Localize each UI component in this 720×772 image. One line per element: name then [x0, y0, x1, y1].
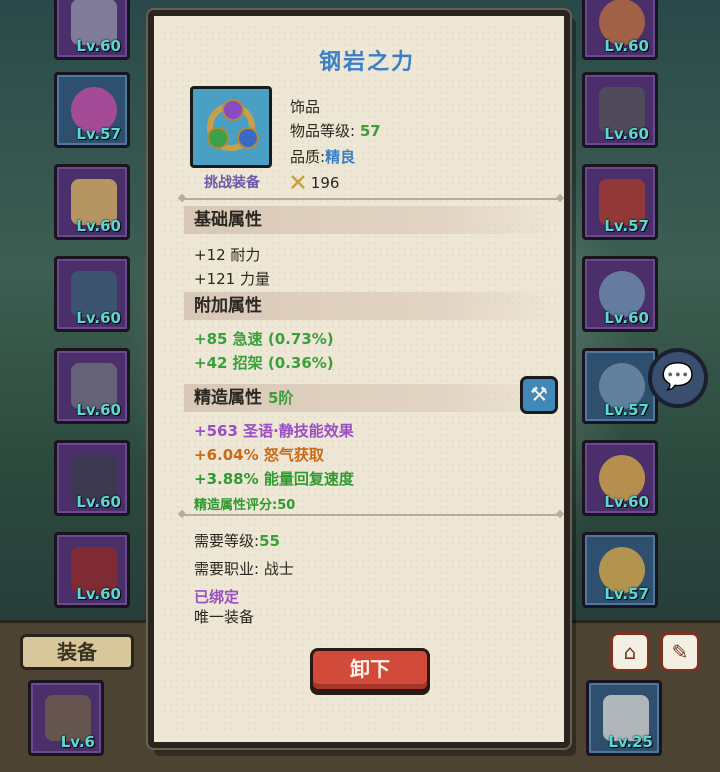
inventory-slot[interactable]: Lv.6 — [28, 680, 104, 756]
required-level-value: 55 — [259, 532, 280, 550]
slot-level: Lv.57 — [604, 401, 649, 419]
required-level: 需要等级:55 — [194, 530, 280, 551]
popup-body: 钢岩之力 挑战装备 饰品 物品等级: 57 品质:精良 196 基础属性 +12… — [162, 24, 564, 734]
section-forge-stats: 精造属性 5阶 — [184, 384, 564, 412]
quality-label: 品质: — [290, 148, 326, 166]
item-title: 钢岩之力 — [318, 50, 415, 75]
item-power: 196 — [290, 174, 339, 192]
forge-tier: 5阶 — [268, 389, 294, 407]
slot-level: Lv.60 — [76, 585, 121, 603]
crossed-swords-icon — [291, 175, 305, 189]
divider — [182, 198, 560, 200]
bonus-stat: +42 招架 (0.36%) — [194, 354, 334, 372]
slot-level: Lv.57 — [604, 217, 649, 235]
bonus-stat: +85 急速 (0.73%) — [194, 330, 334, 348]
slot-level: Lv.60 — [76, 37, 121, 55]
slot-level: Lv.6 — [60, 733, 95, 751]
quality-value: 精良 — [325, 148, 356, 166]
broom-button[interactable]: ✎ — [660, 632, 700, 672]
home-icon: ⌂ — [623, 640, 637, 664]
broom-icon: ✎ — [671, 640, 689, 664]
item-level: 物品等级: 57 — [290, 120, 381, 141]
equip-slot-trinket-2[interactable]: Lv.57 — [582, 532, 658, 608]
inventory-slot[interactable]: Lv.25 — [586, 680, 662, 756]
equip-slot-cloak[interactable]: Lv.60 — [54, 348, 130, 424]
slot-level: Lv.60 — [604, 493, 649, 511]
equip-slot-bracer[interactable]: Lv.60 — [54, 440, 130, 516]
equip-slot-amulet[interactable]: Lv.57 — [54, 72, 130, 148]
equip-slot-pants[interactable]: Lv.60 — [582, 72, 658, 148]
trinket-icon — [190, 86, 272, 168]
equip-tab[interactable]: 装备 — [20, 634, 134, 670]
equip-slot-boots[interactable]: Lv.57 — [582, 164, 658, 240]
section-bonus-stats: 附加属性 — [184, 292, 564, 320]
slot-level: Lv.57 — [76, 125, 121, 143]
required-level-label: 需要等级: — [194, 532, 260, 550]
item-level-label: 物品等级: — [290, 122, 356, 140]
home-button[interactable]: ⌂ — [610, 632, 650, 672]
equip-slot-chest[interactable]: Lv.60 — [54, 256, 130, 332]
chat-bubble-icon: 💬 — [661, 362, 695, 392]
equip-slot-horn[interactable]: Lv.60 — [54, 0, 130, 60]
equip-slot-ring-1[interactable]: Lv.60 — [582, 256, 658, 332]
item-quality: 品质:精良 — [290, 146, 355, 167]
slot-level: Lv.60 — [604, 125, 649, 143]
green-gem-shape — [207, 127, 229, 149]
bound-status: 已绑定 — [194, 588, 240, 606]
hammer-icon: ⚒ — [530, 382, 548, 406]
equip-slot-gauntlet[interactable]: Lv.60 — [54, 532, 130, 608]
divider — [182, 514, 560, 516]
forge-button[interactable]: ⚒ — [520, 376, 558, 414]
section-base-stats: 基础属性 — [184, 206, 564, 234]
base-stat: +121 力量 — [194, 270, 270, 288]
equip-slot-shoulder[interactable]: Lv.60 — [54, 164, 130, 240]
forge-section-label: 精造属性 — [194, 388, 262, 408]
forge-stat: +563 圣语·静技能效果 — [194, 422, 354, 440]
base-stat: +12 耐力 — [194, 246, 261, 264]
forge-stat: +6.04% 怒气获取 — [194, 446, 324, 464]
equip-slot-trinket-1[interactable]: Lv.60 — [582, 440, 658, 516]
slot-level: Lv.60 — [76, 493, 121, 511]
item-detail-popup: 钢岩之力 挑战装备 饰品 物品等级: 57 品质:精良 196 基础属性 +12… — [148, 10, 570, 748]
item-type: 饰品 — [290, 98, 321, 116]
unequip-button[interactable]: 卸下 — [310, 648, 430, 692]
slot-level: Lv.25 — [608, 733, 653, 751]
purple-gem-shape — [222, 99, 244, 121]
slot-level: Lv.57 — [604, 585, 649, 603]
item-level-value: 57 — [359, 122, 381, 140]
unique-status: 唯一装备 — [194, 608, 255, 626]
required-class: 需要职业: 战士 — [194, 560, 294, 578]
forge-stat: +3.88% 能量回复速度 — [194, 470, 354, 488]
item-category: 挑战装备 — [204, 175, 260, 191]
blue-gem-shape — [237, 127, 259, 149]
equip-slot-ring-2[interactable]: Lv.57 — [582, 348, 658, 424]
equip-slot-belt[interactable]: Lv.60 — [582, 0, 658, 60]
slot-level: Lv.60 — [76, 401, 121, 419]
slot-level: Lv.60 — [604, 309, 649, 327]
slot-level: Lv.60 — [76, 217, 121, 235]
power-value: 196 — [310, 174, 340, 192]
slot-level: Lv.60 — [76, 309, 121, 327]
forge-score: 精造属性评分:50 — [194, 498, 296, 513]
chat-button[interactable]: 💬 — [648, 348, 708, 408]
slot-level: Lv.60 — [604, 37, 649, 55]
